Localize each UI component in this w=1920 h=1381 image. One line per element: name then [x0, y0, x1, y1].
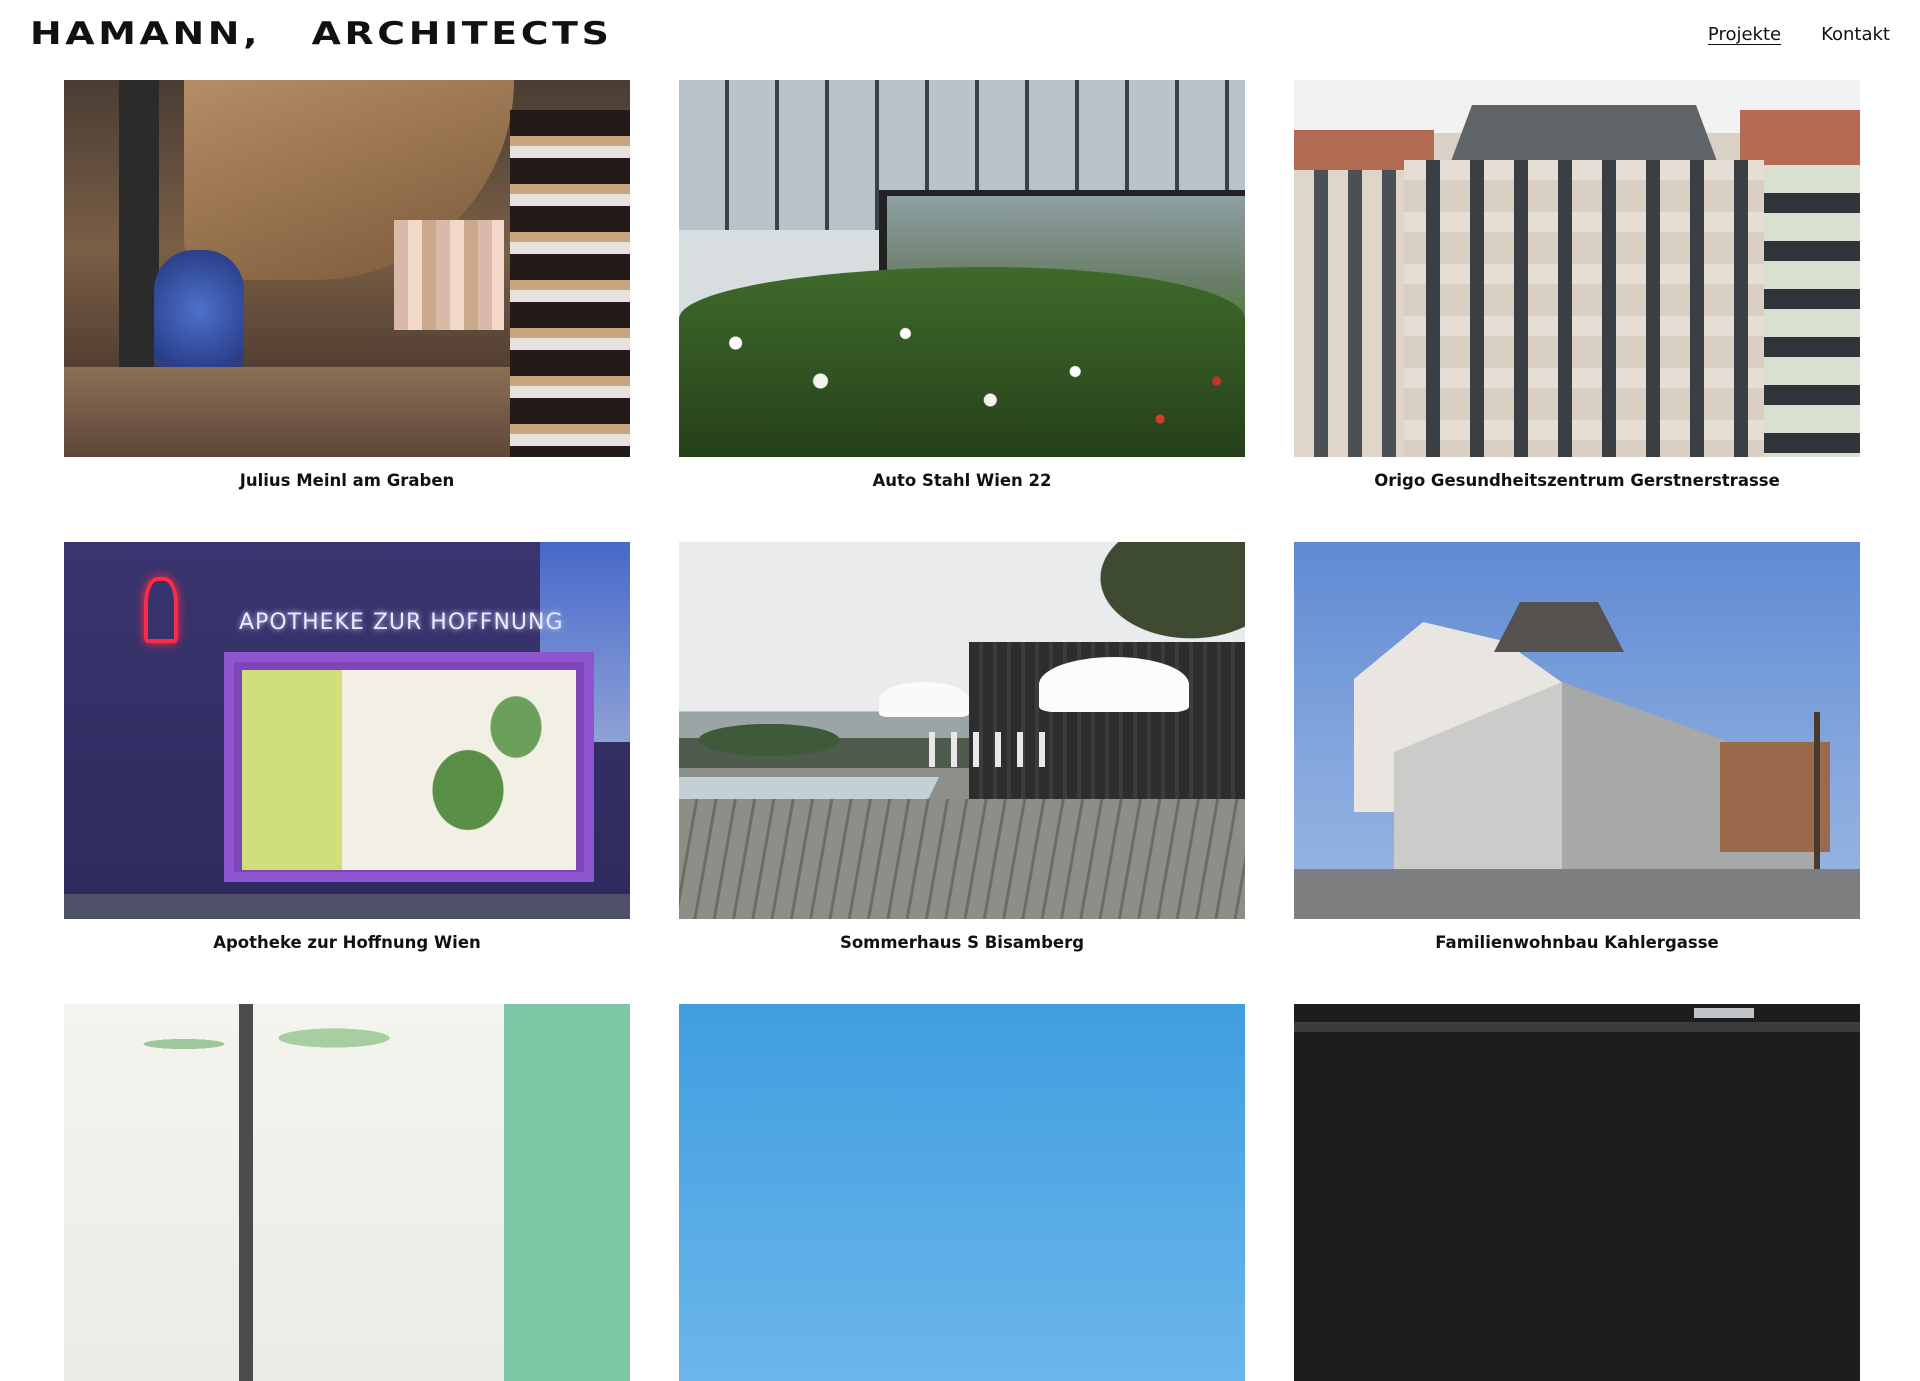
project-card[interactable]: [679, 1004, 1245, 1381]
project-title[interactable]: Apotheke zur Hoffnung Wien: [64, 933, 630, 952]
main-nav: Projekte Kontakt: [1708, 24, 1890, 45]
project-thumbnail[interactable]: [64, 1004, 630, 1381]
project-thumbnail[interactable]: [679, 80, 1245, 457]
project-title[interactable]: Sommerhaus S Bisamberg: [679, 933, 1245, 952]
project-thumbnail[interactable]: [1294, 1004, 1860, 1381]
project-thumbnail[interactable]: [1294, 542, 1860, 919]
project-card[interactable]: Julius Meinl am Graben: [64, 80, 630, 490]
pharmacy-logo-icon: [144, 577, 178, 643]
project-thumbnail[interactable]: APOTHEKE ZUR HOFFNUNG: [64, 542, 630, 919]
project-title[interactable]: Julius Meinl am Graben: [64, 471, 630, 490]
project-thumbnail[interactable]: [64, 80, 630, 457]
project-card[interactable]: Familienwohnbau Kahlergasse: [1294, 542, 1860, 952]
site-header: HAMANN, ARCHITECTS Projekte Kontakt: [0, 0, 1920, 72]
project-thumbnail[interactable]: [679, 1004, 1245, 1381]
nav-link-kontakt[interactable]: Kontakt: [1821, 24, 1890, 45]
project-card[interactable]: Origo Gesundheitszentrum Gerstnerstrasse: [1294, 80, 1860, 490]
nav-link-projekte[interactable]: Projekte: [1708, 24, 1781, 45]
project-card[interactable]: [64, 1004, 630, 1381]
project-thumbnail[interactable]: [679, 542, 1245, 919]
project-card[interactable]: Sommerhaus S Bisamberg: [679, 542, 1245, 952]
project-title[interactable]: Auto Stahl Wien 22: [679, 471, 1245, 490]
project-card[interactable]: Auto Stahl Wien 22: [679, 80, 1245, 490]
storefront-sign: APOTHEKE ZUR HOFFNUNG: [239, 610, 564, 635]
project-thumbnail[interactable]: [1294, 80, 1860, 457]
project-title[interactable]: Familienwohnbau Kahlergasse: [1294, 933, 1860, 952]
logo[interactable]: HAMANN, ARCHITECTS: [30, 16, 613, 52]
project-title[interactable]: Origo Gesundheitszentrum Gerstnerstrasse: [1294, 471, 1860, 490]
project-card[interactable]: [1294, 1004, 1860, 1381]
project-card[interactable]: APOTHEKE ZUR HOFFNUNG Apotheke zur Hoffn…: [64, 542, 630, 952]
